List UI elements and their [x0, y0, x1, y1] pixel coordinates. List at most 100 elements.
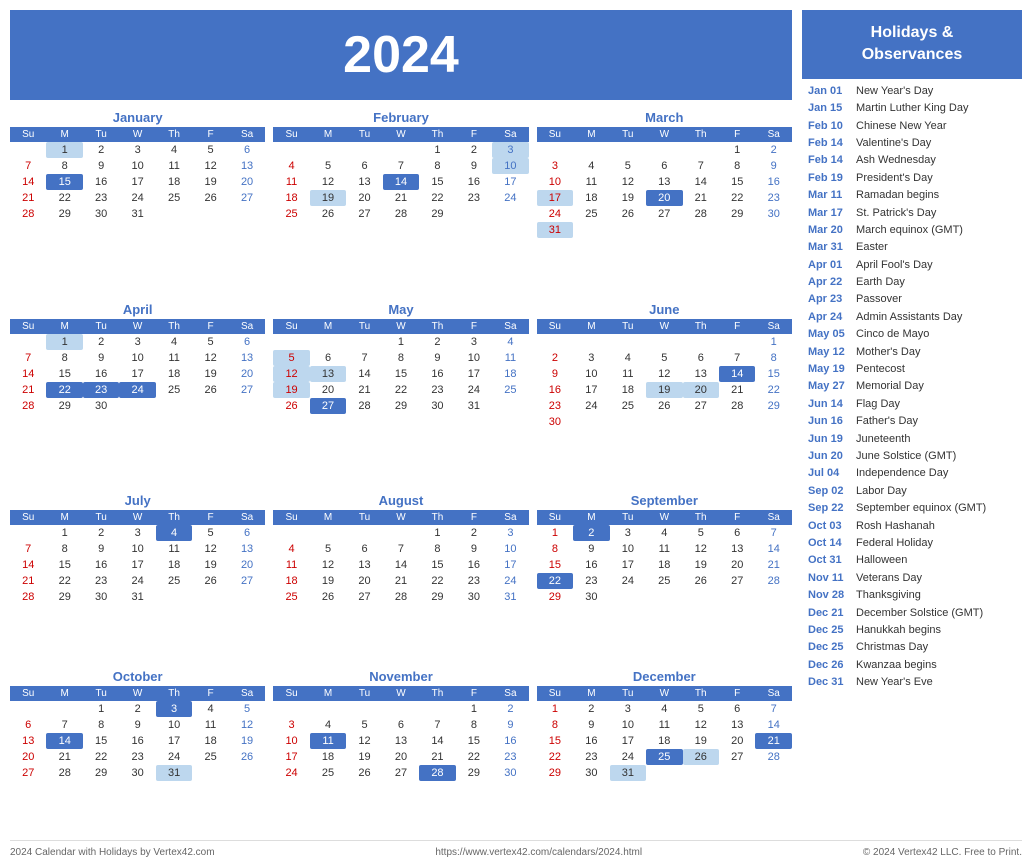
day-cell: 24 [456, 382, 492, 398]
day-cell: 26 [610, 206, 646, 222]
footer-left: 2024 Calendar with Holidays by Vertex42.… [10, 847, 215, 858]
day-cell: 4 [610, 350, 646, 366]
day-cell: 4 [310, 717, 346, 733]
holiday-item: May 05Cinco de Mayo [808, 326, 1016, 343]
day-cell: 13 [229, 350, 266, 366]
day-header: Tu [610, 127, 646, 142]
day-cell: 1 [46, 525, 82, 541]
day-header: W [646, 319, 682, 334]
day-cell: 9 [83, 158, 119, 174]
day-cell: 19 [346, 749, 382, 765]
day-cell: 1 [46, 334, 82, 350]
day-cell: 25 [273, 206, 309, 222]
day-cell: 23 [456, 190, 492, 206]
day-cell: 29 [419, 206, 455, 222]
day-cell: 4 [156, 334, 192, 350]
day-cell: 31 [119, 206, 155, 222]
holiday-date: Jun 14 [808, 397, 852, 412]
day-cell: 16 [419, 366, 455, 382]
empty-day [492, 398, 529, 414]
holiday-date: Dec 25 [808, 640, 852, 655]
month-block: DecemberSuMTuWThFSa123456789101112131415… [537, 669, 792, 837]
day-cell: 10 [610, 717, 646, 733]
empty-day [683, 589, 719, 605]
holiday-name: Passover [856, 292, 902, 307]
day-cell: 27 [683, 398, 719, 414]
day-cell: 14 [383, 557, 419, 573]
holiday-item: Jan 15Martin Luther King Day [808, 100, 1016, 117]
holiday-item: Dec 26Kwanzaa begins [808, 657, 1016, 674]
holiday-name: New Year's Day [856, 84, 933, 99]
day-cell: 6 [229, 334, 266, 350]
day-cell: 13 [310, 366, 346, 382]
month-title: September [537, 493, 792, 508]
day-cell: 17 [273, 749, 309, 765]
day-header: Th [156, 319, 192, 334]
empty-day [456, 206, 492, 222]
day-cell: 25 [646, 573, 682, 589]
day-cell: 21 [719, 382, 755, 398]
day-cell: 5 [346, 717, 382, 733]
day-header: F [192, 127, 228, 142]
day-cell: 22 [419, 573, 455, 589]
day-cell: 18 [273, 190, 309, 206]
day-header: W [383, 686, 419, 701]
day-header: Sa [492, 319, 529, 334]
day-cell: 4 [192, 701, 228, 717]
day-cell: 11 [646, 717, 682, 733]
day-cell: 9 [573, 717, 609, 733]
day-cell: 16 [83, 366, 119, 382]
holiday-name: Earth Day [856, 275, 905, 290]
day-cell: 2 [83, 525, 119, 541]
day-cell: 18 [156, 174, 192, 190]
day-cell: 19 [229, 733, 266, 749]
month-title: March [537, 110, 792, 125]
day-cell: 28 [10, 398, 46, 414]
day-cell: 27 [719, 749, 755, 765]
day-cell: 11 [492, 350, 529, 366]
day-cell: 14 [755, 541, 792, 557]
holiday-name: Federal Holiday [856, 536, 933, 551]
day-cell: 29 [537, 765, 573, 781]
day-header: Tu [346, 686, 382, 701]
holiday-item: May 12Mother's Day [808, 344, 1016, 361]
holiday-item: Jun 16Father's Day [808, 413, 1016, 430]
day-cell: 17 [573, 382, 609, 398]
day-cell: 26 [273, 398, 309, 414]
day-cell: 23 [83, 573, 119, 589]
holiday-name: President's Day [856, 171, 933, 186]
day-cell: 8 [755, 350, 792, 366]
holiday-item: Sep 02Labor Day [808, 483, 1016, 500]
day-cell: 12 [192, 158, 228, 174]
day-cell: 28 [719, 398, 755, 414]
day-header: Sa [755, 127, 792, 142]
holiday-item: May 27Memorial Day [808, 378, 1016, 395]
month-table: SuMTuWThFSa12345678910111213141516171819… [537, 127, 792, 238]
month-title: July [10, 493, 265, 508]
holiday-item: Oct 14Federal Holiday [808, 535, 1016, 552]
day-cell: 4 [273, 541, 309, 557]
day-header: W [383, 510, 419, 525]
day-cell: 22 [46, 382, 82, 398]
holiday-item: May 19Pentecost [808, 361, 1016, 378]
day-cell: 8 [419, 158, 455, 174]
day-cell: 28 [383, 206, 419, 222]
day-cell: 28 [419, 765, 455, 781]
day-cell: 15 [719, 174, 755, 190]
day-header: F [456, 510, 492, 525]
day-header: Th [156, 510, 192, 525]
holiday-item: Jun 19Juneteenth [808, 431, 1016, 448]
holiday-name: Ash Wednesday [856, 153, 936, 168]
day-header: Su [273, 319, 309, 334]
day-cell: 14 [719, 366, 755, 382]
empty-day [383, 142, 419, 158]
empty-day [273, 701, 309, 717]
empty-day [755, 589, 792, 605]
day-cell: 6 [229, 142, 266, 158]
day-cell: 3 [492, 525, 529, 541]
day-cell: 22 [83, 749, 119, 765]
day-header: Su [273, 127, 309, 142]
day-cell: 26 [646, 398, 682, 414]
day-cell: 9 [755, 158, 792, 174]
day-cell: 4 [573, 158, 609, 174]
